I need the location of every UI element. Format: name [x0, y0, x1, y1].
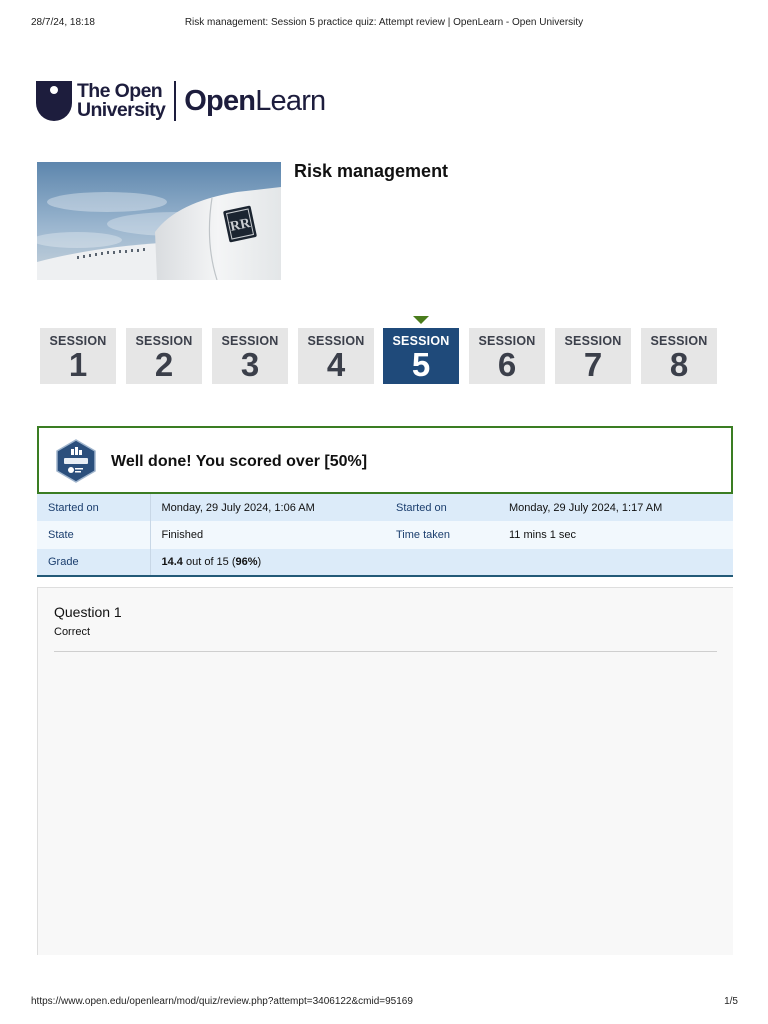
grade-percent: 96% [235, 556, 258, 568]
course-title: Risk management [294, 161, 449, 181]
question-title: Question 1 [54, 604, 122, 620]
grade-label: Grade [37, 549, 151, 576]
session-tab-label: SESSION [221, 334, 279, 348]
table-row: Started on Monday, 29 July 2024, 1:06 AM… [37, 494, 733, 521]
session-tab-label: SESSION [392, 334, 450, 348]
attempt-summary-table: Started on Monday, 29 July 2024, 1:06 AM… [37, 494, 733, 577]
question-divider [54, 651, 717, 652]
session-tab-8[interactable]: SESSION 8 [641, 328, 717, 384]
session-tab-number: 7 [583, 346, 603, 383]
grade-score: 14.4 [161, 556, 183, 568]
ou-shield-icon [36, 80, 72, 121]
session-nav: SESSION 1 SESSION 2 SESSION 3 SESSION 4 … [40, 328, 720, 384]
session-tab-label: SESSION [307, 334, 365, 348]
ou-wordmark: The Open University [77, 80, 166, 121]
session-tab-2[interactable]: SESSION 2 [126, 328, 202, 384]
session-tab-number: 4 [326, 346, 346, 383]
session-tab-label: SESSION [650, 334, 708, 348]
openlearn-wordmark: OpenLearn [184, 85, 326, 117]
state-label: State [37, 521, 151, 549]
session-tab-number: 3 [240, 346, 260, 383]
session-tab-label: SESSION [135, 334, 193, 348]
session-tab-label: SESSION [478, 334, 536, 348]
print-page-title: Risk management: Session 5 practice quiz… [184, 17, 584, 28]
session-tab-label: SESSION [49, 334, 107, 348]
question-panel: Question 1 Correct [37, 587, 733, 955]
grade-mid: out of 15 ( [182, 556, 236, 568]
course-image: RR [37, 162, 281, 280]
session-tab-number: 6 [497, 346, 517, 383]
session-tab-number: 1 [68, 346, 88, 383]
print-url: https://www.open.edu/openlearn/mod/quiz/… [31, 996, 413, 1007]
table-row: Grade 14.4 out of 15 (96%) [37, 549, 733, 576]
grade-value: 14.4 out of 15 (96%) [150, 549, 733, 576]
print-header: 28/7/24, 18:18 Risk management: Session … [0, 17, 768, 31]
active-session-marker-icon [413, 316, 429, 324]
completed-on-label: Started on [385, 494, 498, 521]
started-on-value: Monday, 29 July 2024, 1:06 AM [150, 494, 385, 521]
grade-end: ) [257, 556, 262, 568]
time-taken-label: Time taken [385, 521, 498, 549]
print-page-number: 1/5 [724, 996, 738, 1007]
session-tab-label: SESSION [564, 334, 622, 348]
session-tab-1[interactable]: SESSION 1 [40, 328, 116, 384]
score-message: Well done! You scored over [50%] [111, 453, 368, 470]
openlearn-logo[interactable]: The Open University OpenLearn [36, 80, 326, 122]
question-status: Correct [54, 626, 91, 638]
session-tab-7[interactable]: SESSION 7 [555, 328, 631, 384]
session-tab-number: 8 [669, 346, 689, 383]
jet-engine-photo: RR [37, 162, 281, 280]
course-badge-icon [56, 439, 96, 483]
session-tab-number: 2 [154, 346, 174, 383]
session-tab-4[interactable]: SESSION 4 [298, 328, 374, 384]
completed-on-value: Monday, 29 July 2024, 1:17 AM [498, 494, 733, 521]
score-feedback-box: Well done! You scored over [50%] [37, 426, 733, 494]
session-tab-3[interactable]: SESSION 3 [212, 328, 288, 384]
table-row: State Finished Time taken 11 mins 1 sec [37, 521, 733, 549]
session-tab-6[interactable]: SESSION 6 [469, 328, 545, 384]
time-taken-value: 11 mins 1 sec [498, 521, 733, 549]
session-tab-number: 5 [411, 346, 431, 383]
started-on-label: Started on [37, 494, 151, 521]
state-value: Finished [150, 521, 385, 549]
logo-divider [174, 81, 177, 121]
session-tab-5[interactable]: SESSION 5 [383, 328, 459, 384]
